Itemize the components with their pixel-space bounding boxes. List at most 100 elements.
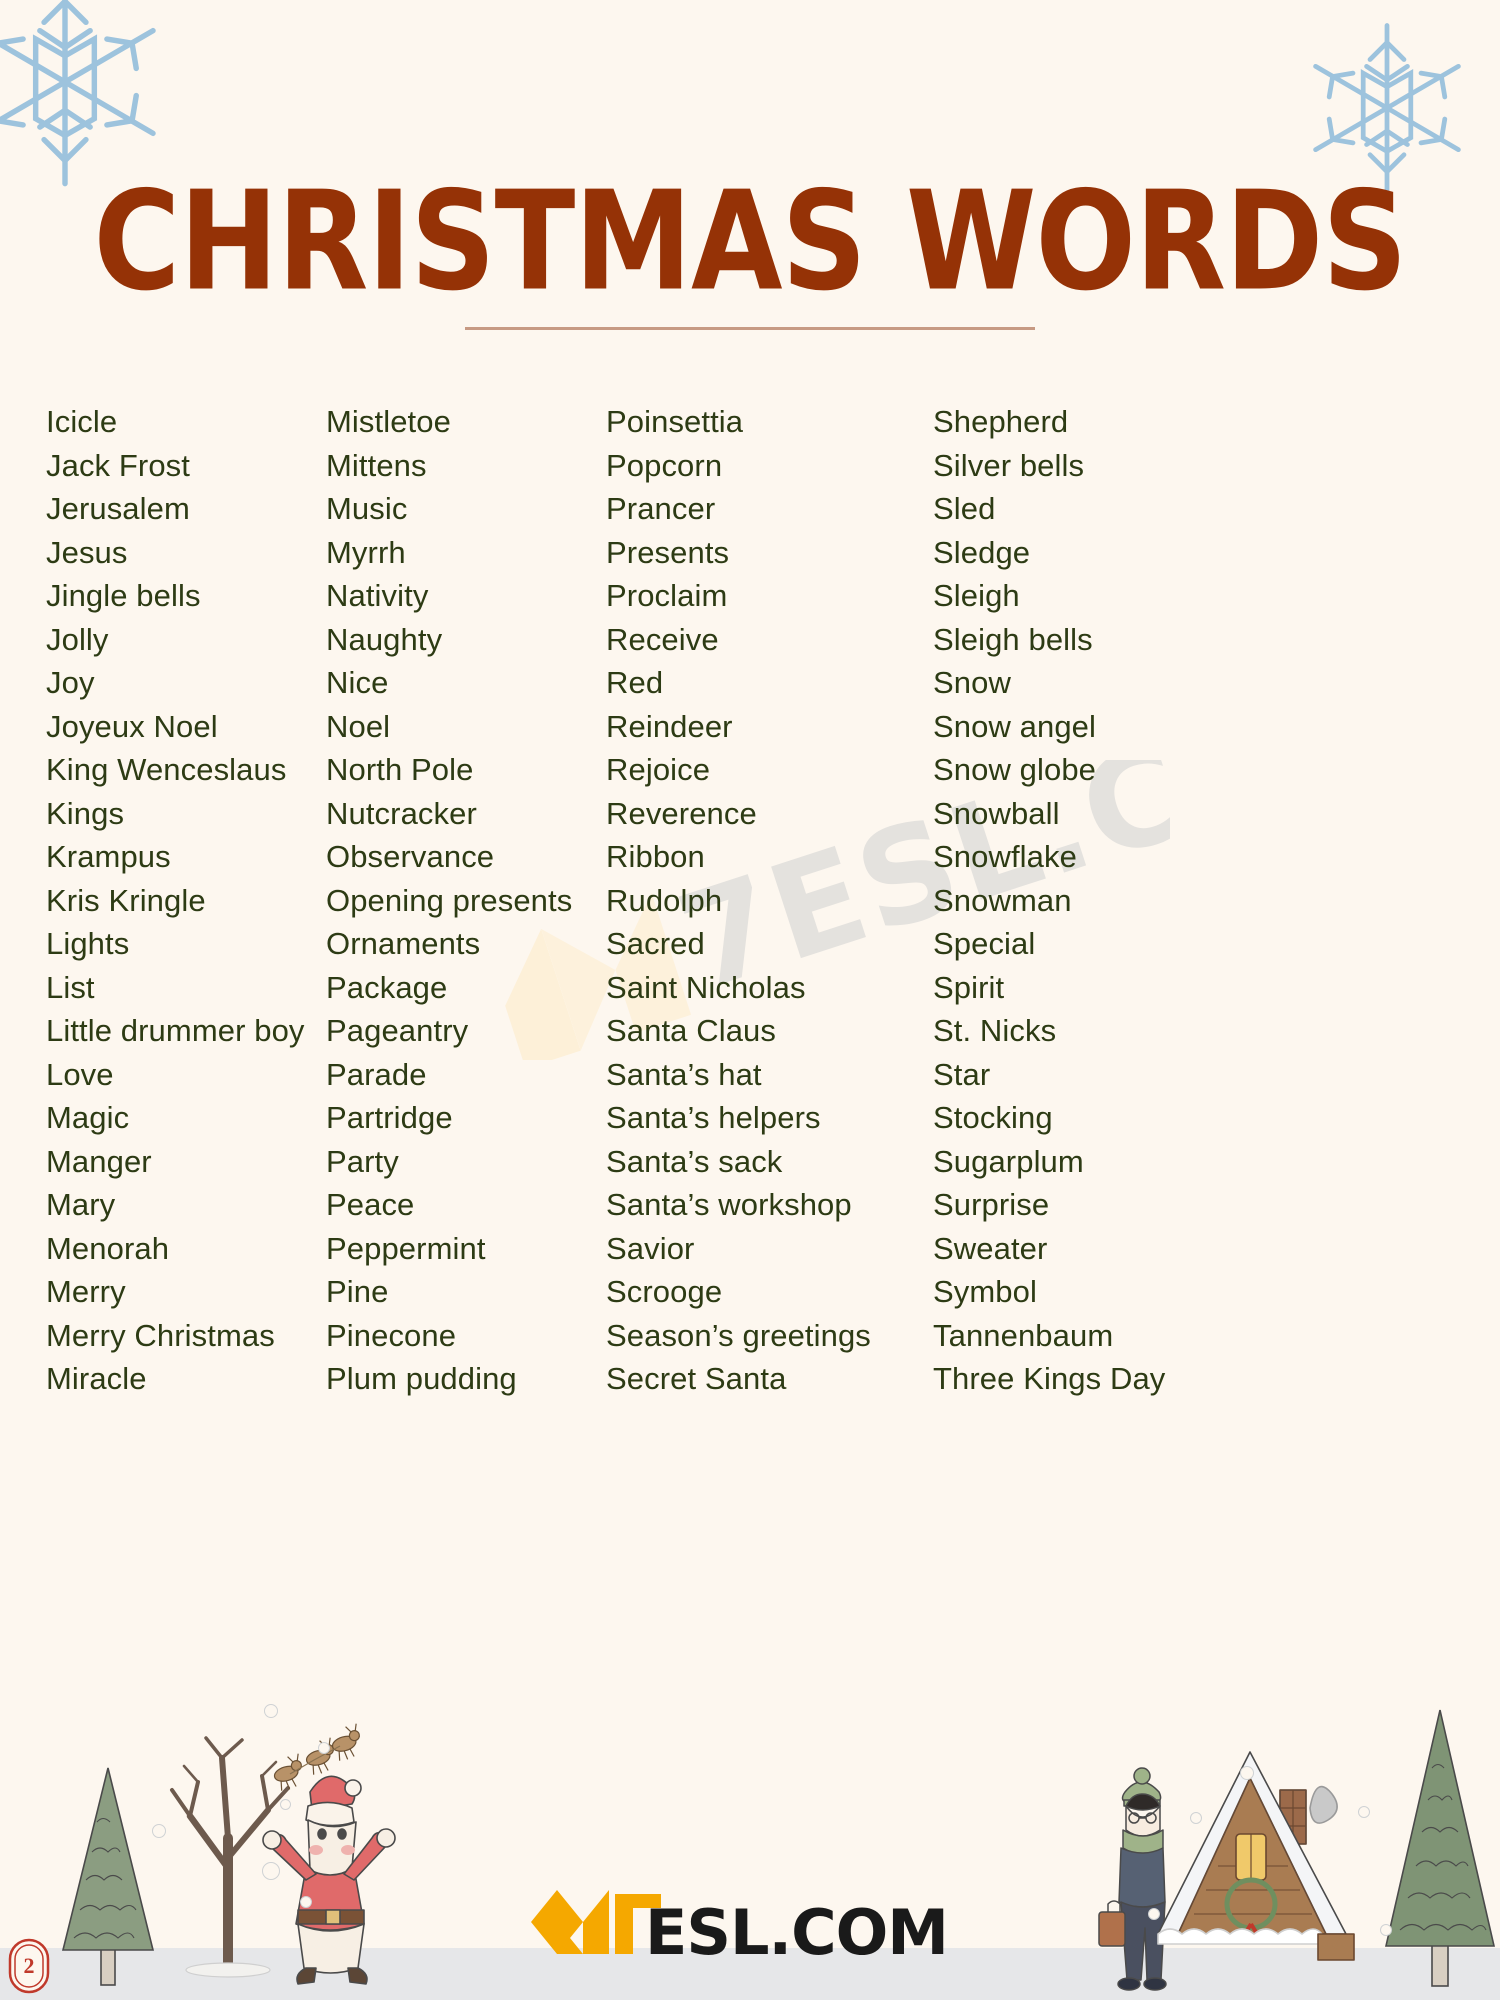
word-item: Star bbox=[933, 1056, 991, 1092]
word-item: Miracle bbox=[46, 1361, 147, 1396]
word-item: Observance bbox=[326, 839, 495, 874]
cabin-icon bbox=[1157, 1751, 1355, 1961]
word-item: Sweater bbox=[933, 1230, 1048, 1266]
brand-logo[interactable]: ESL.COM bbox=[525, 1882, 975, 1962]
word-item: Reindeer bbox=[606, 708, 733, 744]
word-item: Santa’s helpers bbox=[606, 1100, 821, 1135]
word-item: Shepherd bbox=[933, 404, 1069, 439]
word-item: Parade bbox=[326, 1056, 427, 1092]
word-item: List bbox=[46, 969, 95, 1005]
word-item: Peppermint bbox=[326, 1230, 486, 1266]
word-item: Kings bbox=[46, 795, 125, 831]
snow-dot bbox=[1240, 1766, 1254, 1780]
word-item: Pine bbox=[326, 1274, 389, 1309]
word-item: Party bbox=[326, 1143, 399, 1179]
word-item: Sled bbox=[933, 491, 996, 526]
reindeer-sleigh-icon bbox=[273, 1723, 360, 1791]
word-item: Savior bbox=[606, 1230, 695, 1266]
word-item: Presents bbox=[606, 534, 730, 570]
snow-dot bbox=[152, 1824, 166, 1838]
word-item: Secret Santa bbox=[606, 1361, 787, 1396]
word-item: Season’s greetings bbox=[606, 1317, 871, 1353]
word-item: Sacred bbox=[606, 926, 705, 961]
pine-tree-icon bbox=[1384, 1709, 1496, 1987]
word-item: Three Kings Day bbox=[933, 1361, 1166, 1396]
brand-mark-icon bbox=[531, 1890, 609, 1954]
word-item: Popcorn bbox=[606, 447, 723, 483]
page-title: CHRISTMAS WORDS bbox=[93, 161, 1408, 322]
word-item: Sugarplum bbox=[933, 1143, 1084, 1179]
word-item: Mary bbox=[46, 1187, 116, 1222]
word-item: Krampus bbox=[46, 839, 171, 874]
word-grid: Icicle Jack Frost Jerusalem Jesus Jingle… bbox=[46, 400, 1466, 1401]
snow-dot bbox=[262, 1862, 280, 1880]
page-header: CHRISTMAS WORDS bbox=[0, 0, 1500, 340]
word-item: Jolly bbox=[46, 621, 109, 657]
word-item: Menorah bbox=[46, 1230, 170, 1266]
word-item: Snow bbox=[933, 665, 1011, 700]
word-item: Merry bbox=[46, 1274, 126, 1309]
word-item: Ribbon bbox=[606, 839, 705, 874]
word-item: Rudolph bbox=[606, 882, 723, 918]
word-item: Snowman bbox=[933, 882, 1072, 918]
word-item: Joyeux Noel bbox=[46, 708, 218, 744]
word-item: Red bbox=[606, 665, 664, 700]
word-item: St. Nicks bbox=[933, 1013, 1057, 1048]
word-item: Myrrh bbox=[326, 534, 406, 570]
word-item: Peace bbox=[326, 1187, 415, 1222]
word-item: Receive bbox=[606, 621, 719, 657]
word-column-2: Mistletoe Mittens Music Myrrh Nativity N… bbox=[326, 400, 606, 1401]
word-item: Tannenbaum bbox=[933, 1317, 1114, 1353]
word-item: Silver bells bbox=[933, 447, 1085, 483]
word-item: Scrooge bbox=[606, 1274, 723, 1309]
word-item: Santa’s hat bbox=[606, 1056, 762, 1092]
word-item: Rejoice bbox=[606, 752, 711, 787]
word-item: Magic bbox=[46, 1100, 130, 1135]
word-item: Poinsettia bbox=[606, 404, 744, 439]
word-item: North Pole bbox=[326, 752, 474, 787]
word-item: Music bbox=[326, 491, 408, 526]
word-item: Love bbox=[46, 1056, 114, 1092]
word-item: Special bbox=[933, 926, 1036, 961]
word-item: Snow globe bbox=[933, 752, 1097, 787]
word-item: Jingle bells bbox=[46, 578, 201, 613]
snow-dot bbox=[1380, 1924, 1392, 1936]
word-item: Package bbox=[326, 969, 448, 1005]
word-item: Santa’s workshop bbox=[606, 1187, 852, 1222]
word-item: King Wenceslaus bbox=[46, 752, 287, 787]
word-item: Stocking bbox=[933, 1100, 1053, 1135]
word-item: Icicle bbox=[46, 404, 118, 439]
word-item: Proclaim bbox=[606, 578, 728, 613]
word-item: Ornaments bbox=[326, 926, 481, 961]
snow-dot bbox=[280, 1799, 291, 1810]
word-item: Kris Kringle bbox=[46, 882, 206, 918]
word-item: Pinecone bbox=[326, 1317, 457, 1353]
word-item: Manger bbox=[46, 1143, 152, 1179]
word-item: Plum pudding bbox=[326, 1361, 517, 1396]
word-item: Spirit bbox=[933, 969, 1005, 1005]
word-column-1: Icicle Jack Frost Jerusalem Jesus Jingle… bbox=[46, 400, 326, 1401]
word-item: Santa Claus bbox=[606, 1013, 776, 1048]
word-item: Lights bbox=[46, 926, 130, 961]
word-item: Jerusalem bbox=[46, 491, 190, 526]
word-item: Merry Christmas bbox=[46, 1317, 275, 1353]
snow-dot bbox=[264, 1704, 278, 1718]
word-item: Opening presents bbox=[326, 882, 573, 918]
snow-dot bbox=[1148, 1908, 1160, 1920]
word-item: Jack Frost bbox=[46, 447, 190, 483]
word-item: Nice bbox=[326, 665, 389, 700]
word-item: Sledge bbox=[933, 534, 1031, 570]
word-item: Snowflake bbox=[933, 839, 1077, 874]
word-item: Noel bbox=[326, 708, 391, 744]
footer-illustration: ESL.COM 2 bbox=[0, 1670, 1500, 2000]
word-item: Mistletoe bbox=[326, 404, 451, 439]
snow-dot bbox=[1190, 1812, 1202, 1824]
page-number: 2 bbox=[23, 1953, 35, 1978]
snow-dot bbox=[300, 1896, 312, 1908]
word-item: Surprise bbox=[933, 1187, 1050, 1222]
word-item: Sleigh bbox=[933, 578, 1020, 613]
snow-dot bbox=[1358, 1806, 1370, 1818]
word-column-3: Poinsettia Popcorn Prancer Presents Proc… bbox=[606, 400, 933, 1401]
word-item: Pageantry bbox=[326, 1013, 469, 1048]
word-item: Symbol bbox=[933, 1274, 1037, 1309]
